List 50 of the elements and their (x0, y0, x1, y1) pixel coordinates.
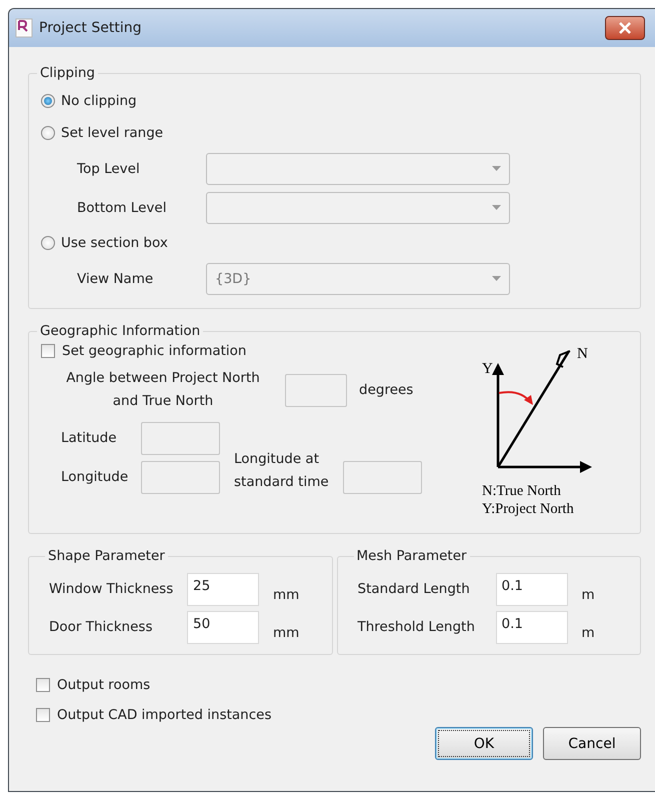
caret-icon (492, 166, 501, 171)
checkbox-label: Set geographic information (62, 343, 246, 359)
field-label: Window Thickness (49, 581, 174, 597)
field-label: Angle between Project North and True North (65, 369, 261, 411)
field-label: Bottom Level (77, 200, 168, 216)
group-title: Geographic Information (39, 323, 202, 339)
close-icon (618, 22, 632, 34)
app-icon (15, 18, 33, 38)
dialog-button[interactable]: Cancel (543, 727, 641, 760)
checkbox-label: Output rooms (57, 677, 150, 693)
radio-button[interactable] (41, 126, 55, 140)
radio-label: Use section box (61, 235, 168, 251)
unit-label: m (582, 625, 595, 641)
window-title: Project Setting (39, 20, 142, 36)
unit-label: m (582, 587, 595, 603)
radio-label: Set level range (61, 125, 164, 141)
input-field[interactable]: 0.1 (496, 572, 568, 606)
field-label: View Name (77, 270, 154, 286)
field-label: Longitude (61, 469, 130, 485)
input-field[interactable]: 25 (187, 572, 259, 606)
dialog-button[interactable]: OK (435, 727, 533, 760)
legend-text: Y:Project North (482, 501, 574, 517)
checkbox-label: Output CAD imported instances (57, 707, 272, 723)
n-label: N (577, 346, 588, 362)
unit-label: degrees (359, 382, 414, 398)
unit-label: mm (273, 587, 300, 603)
checkbox[interactable] (36, 678, 50, 692)
field-label: Top Level (77, 160, 141, 176)
legend-text: N:True North (482, 483, 561, 499)
group-title: Shape Parameter (47, 548, 166, 564)
field-label: Threshold Length (358, 619, 476, 635)
group-title: Clipping (39, 65, 96, 81)
input-field[interactable]: 0.1 (496, 610, 568, 644)
field-label: Longitude at standard time (234, 450, 329, 492)
unit-label: mm (273, 625, 300, 641)
radio-label: No clipping (61, 93, 137, 109)
group-title: Mesh Parameter (356, 548, 468, 564)
input-field[interactable]: 50 (187, 610, 259, 644)
radio-button[interactable] (41, 94, 55, 108)
field-label: Standard Length (358, 581, 471, 597)
y-label: Y (482, 361, 493, 377)
checkbox[interactable] (36, 708, 50, 722)
field-label: Latitude (61, 430, 118, 446)
caret-icon (492, 276, 501, 281)
close-button[interactable] (605, 16, 645, 40)
checkbox[interactable] (41, 344, 55, 358)
caret-icon (492, 205, 501, 210)
angle-arrow (498, 391, 533, 405)
field-label: Door Thickness (49, 619, 154, 635)
radio-button[interactable] (41, 236, 55, 250)
